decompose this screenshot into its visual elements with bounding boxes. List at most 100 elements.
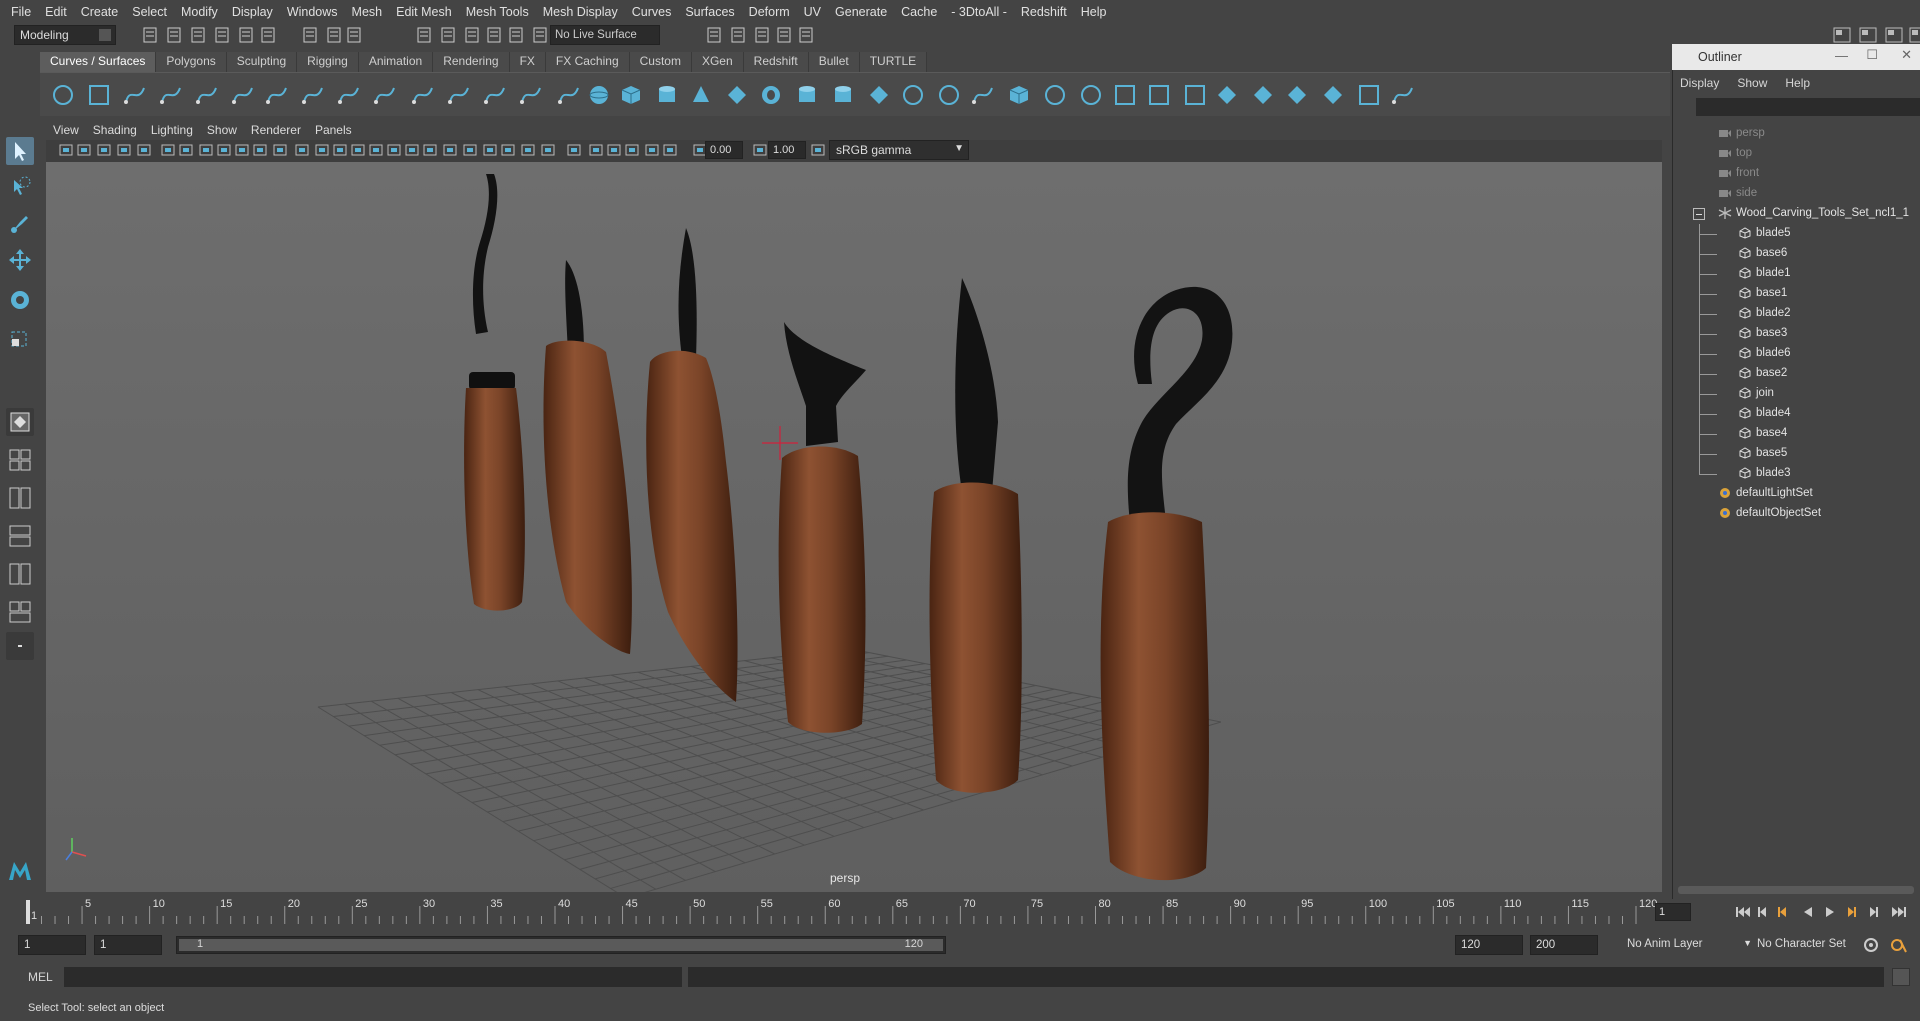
outliner-row[interactable]: blade5 (1672, 224, 1920, 244)
mode-selector[interactable]: Modeling (14, 25, 116, 45)
shelf-tab[interactable]: XGen (691, 52, 744, 72)
outliner-menu-item[interactable]: Help (1777, 73, 1820, 93)
outliner-row[interactable]: join (1672, 384, 1920, 404)
viewport-menu-item[interactable]: Lighting (144, 123, 200, 137)
viewport-toolbar-icon[interactable] (644, 141, 660, 159)
shelf-tool-icon[interactable] (1008, 84, 1030, 106)
shelf-tool-icon[interactable] (1286, 84, 1308, 106)
status-tool-icon[interactable] (324, 25, 344, 45)
script-editor-icon[interactable] (1892, 968, 1910, 986)
outliner-row[interactable]: persp (1672, 124, 1920, 144)
scale-tool-icon[interactable] (6, 324, 34, 352)
gamma-field[interactable]: 1.00 (768, 141, 806, 159)
menu-item[interactable]: Cache (894, 5, 944, 19)
viewport-menu-item[interactable]: View (46, 123, 86, 137)
playback-start-field[interactable]: 1 (94, 935, 162, 955)
status-tool-icon[interactable] (212, 25, 232, 45)
shelf-tool-icon[interactable] (1216, 84, 1238, 106)
anim-layer-select[interactable]: No Anim Layer ▼ (1622, 935, 1752, 955)
viewport-menu-item[interactable]: Panels (308, 123, 359, 137)
viewport-toolbar-icon[interactable] (520, 141, 536, 159)
maximize-icon[interactable]: ☐ (1866, 47, 1878, 63)
shelf-tool-icon[interactable] (690, 84, 712, 106)
outliner-horizontal-scrollbar[interactable] (1678, 886, 1914, 894)
status-tool-icon[interactable] (506, 25, 526, 45)
status-tool-icon[interactable] (164, 25, 184, 45)
viewport-toolbar-icon[interactable] (178, 141, 194, 159)
outliner-row[interactable]: blade2 (1672, 304, 1920, 324)
status-tool-icon[interactable] (258, 25, 278, 45)
current-frame-field[interactable]: 1 (1655, 903, 1691, 921)
exposure-field[interactable]: 0.00 (705, 141, 743, 159)
shelf-tool-icon[interactable] (938, 84, 960, 106)
outliner-row[interactable]: top (1672, 144, 1920, 164)
shelf-tool-icon[interactable] (484, 84, 506, 106)
shelf-tool-icon[interactable] (448, 84, 470, 106)
paint-select-tool-icon[interactable] (6, 210, 34, 238)
viewport-toolbar-icon[interactable] (662, 141, 678, 159)
shelf-tool-icon[interactable] (232, 84, 254, 106)
shelf-tab[interactable]: Animation (358, 52, 434, 72)
close-icon[interactable]: ✕ (1901, 47, 1912, 63)
viewport-toolbar-icon[interactable] (294, 141, 310, 159)
menu-item[interactable]: Help (1074, 5, 1114, 19)
command-input[interactable] (64, 967, 682, 987)
shelf-tool-icon[interactable] (760, 84, 782, 106)
color-space-select[interactable]: sRGB gamma ▼ (829, 140, 969, 160)
shelf-tab[interactable]: Bullet (808, 52, 860, 72)
status-tool-icon[interactable] (188, 25, 208, 45)
shelf-tool-icon[interactable] (1044, 84, 1066, 106)
status-tool-icon[interactable] (140, 25, 160, 45)
shelf-tool-icon[interactable] (1080, 84, 1102, 106)
shelf-tool-icon[interactable] (124, 84, 146, 106)
shelf-tool-icon[interactable] (88, 84, 110, 106)
shelf-tool-icon[interactable] (338, 84, 360, 106)
scene-start-field[interactable]: 1 (18, 935, 86, 955)
outliner-row[interactable]: defaultLightSet (1672, 484, 1920, 504)
shelf-tool-icon[interactable] (52, 84, 74, 106)
live-surface-field[interactable]: No Live Surface (550, 25, 660, 45)
shelf-tool-icon[interactable] (1322, 84, 1344, 106)
viewport-toolbar-icon[interactable] (350, 141, 366, 159)
shelf-tool-icon[interactable] (1148, 84, 1170, 106)
shelf-tool-icon[interactable] (972, 84, 994, 106)
shelf-tool-icon[interactable] (412, 84, 434, 106)
viewport-toolbar-icon[interactable] (198, 141, 214, 159)
shelf-tool-icon[interactable] (620, 84, 642, 106)
status-tool-icon[interactable] (462, 25, 482, 45)
layout-shortcut-icon[interactable] (1832, 25, 1852, 45)
menu-item[interactable]: Generate (828, 5, 894, 19)
viewport-toolbar-icon[interactable] (76, 141, 92, 159)
shelf-tab[interactable]: FX Caching (545, 52, 630, 72)
menu-item[interactable]: Modify (174, 5, 225, 19)
minimize-icon[interactable]: — (1835, 48, 1848, 63)
auto-key-icon[interactable] (1890, 936, 1908, 954)
outliner-row[interactable]: blade4 (1672, 404, 1920, 424)
status-tool-icon[interactable] (774, 25, 794, 45)
menu-item[interactable]: Windows (280, 5, 345, 19)
viewport-toolbar-icon[interactable] (540, 141, 556, 159)
menu-item[interactable]: Create (74, 5, 126, 19)
shelf-tool-icon[interactable] (1358, 84, 1380, 106)
viewport-toolbar-icon[interactable] (234, 141, 250, 159)
more-layouts-icon[interactable] (6, 632, 34, 660)
viewport-toolbar-icon[interactable] (136, 141, 152, 159)
shelf-tool-icon[interactable] (588, 84, 610, 106)
scene-end-field[interactable]: 200 (1530, 935, 1598, 955)
menu-item[interactable]: Mesh Tools (459, 5, 536, 19)
status-tool-icon[interactable] (796, 25, 816, 45)
viewport-menu-item[interactable]: Shading (86, 123, 144, 137)
shelf-tool-icon[interactable] (726, 84, 748, 106)
range-slider[interactable]: 1 120 (176, 936, 946, 954)
menu-item[interactable]: Surfaces (678, 5, 741, 19)
status-tool-icon[interactable] (728, 25, 748, 45)
status-tool-icon[interactable] (300, 25, 320, 45)
shelf-tab[interactable]: Curves / Surfaces (40, 52, 157, 72)
viewport-menu-item[interactable]: Show (200, 123, 244, 137)
outliner-row[interactable]: base2 (1672, 364, 1920, 384)
menu-item[interactable]: File (4, 5, 38, 19)
viewport-toolbar-icon[interactable] (368, 141, 384, 159)
four-pane-layout-icon[interactable] (6, 446, 34, 474)
menu-item[interactable]: Display (225, 5, 280, 19)
shelf-tool-icon[interactable] (796, 84, 818, 106)
